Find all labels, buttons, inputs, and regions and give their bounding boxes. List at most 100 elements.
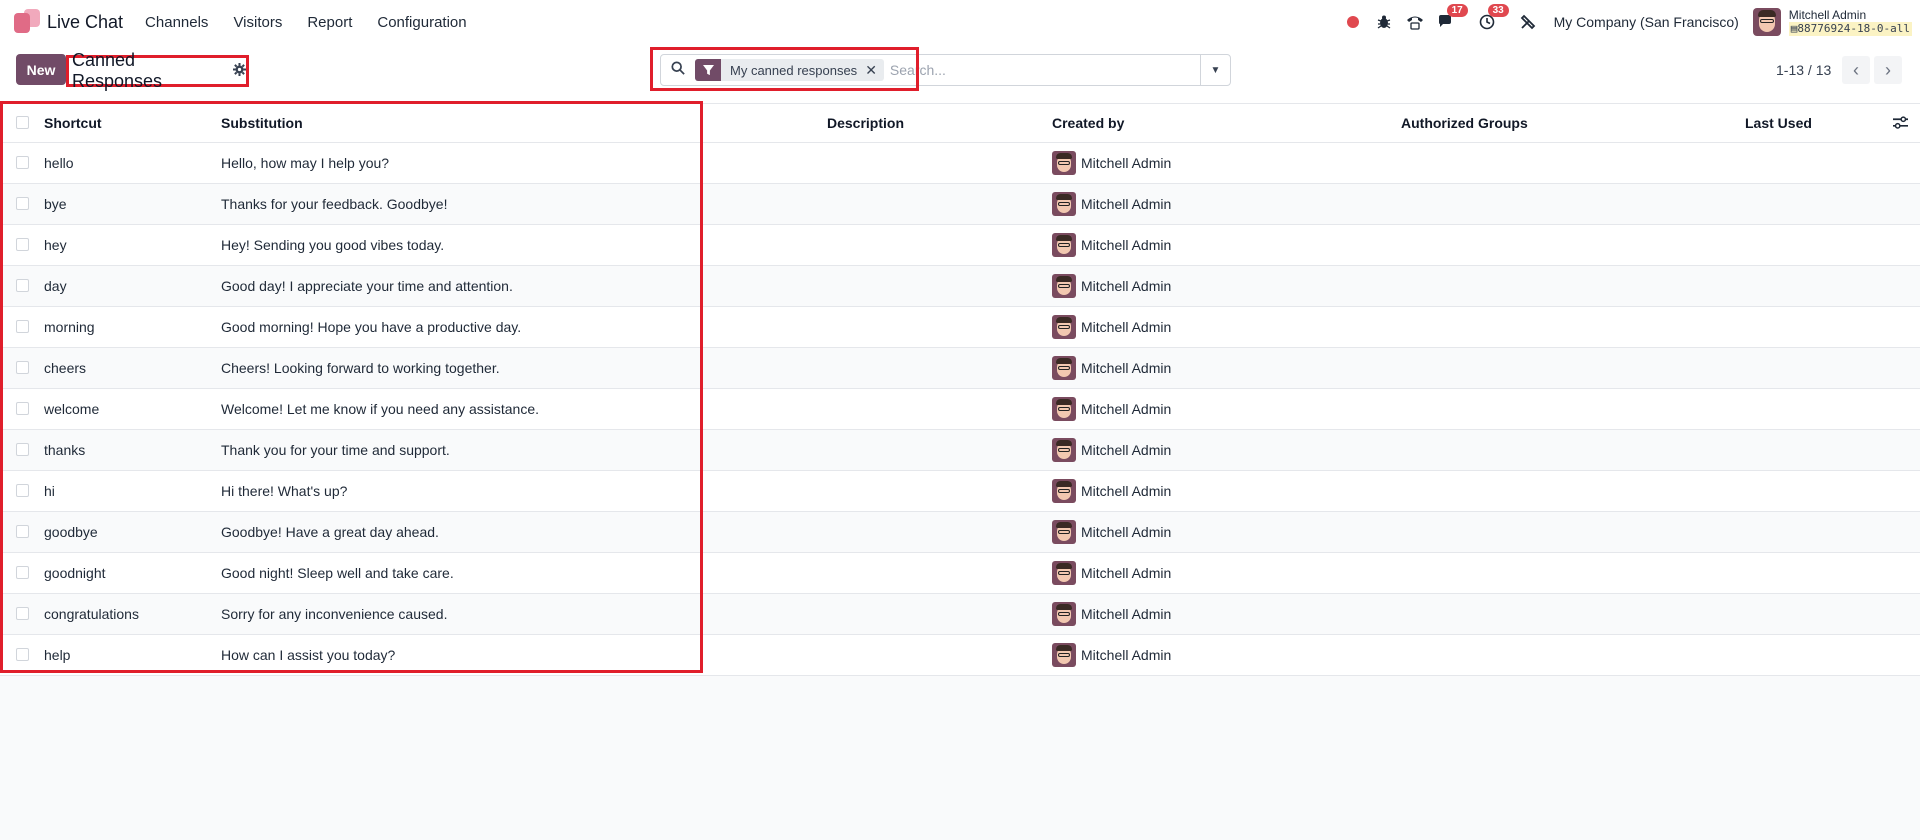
shortcut-cell: day bbox=[44, 278, 67, 294]
user-menu[interactable]: Mitchell Admin ▤88776924-18-0-all bbox=[1788, 8, 1912, 36]
avatar bbox=[1052, 356, 1076, 380]
table-row[interactable]: morning Good morning! Hope you have a pr… bbox=[0, 307, 1920, 348]
menu-channels[interactable]: Channels bbox=[145, 14, 208, 31]
record-dot-icon[interactable] bbox=[1342, 11, 1364, 33]
menu-configuration[interactable]: Configuration bbox=[377, 14, 466, 31]
row-checkbox[interactable] bbox=[16, 238, 29, 251]
avatar bbox=[1052, 274, 1076, 298]
created-by-cell: Mitchell Admin bbox=[1052, 594, 1171, 634]
substitution-cell: Welcome! Let me know if you need any ass… bbox=[221, 401, 540, 417]
substitution-cell: Good day! I appreciate your time and att… bbox=[221, 278, 513, 294]
table-row[interactable]: bye Thanks for your feedback. Goodbye! M… bbox=[0, 184, 1920, 225]
column-description[interactable]: Description bbox=[827, 104, 904, 142]
substitution-cell: Sorry for any inconvenience caused. bbox=[221, 606, 448, 622]
created-by-cell: Mitchell Admin bbox=[1052, 307, 1171, 347]
page-title: Canned Responses bbox=[72, 50, 163, 91]
column-substitution[interactable]: Substitution bbox=[221, 104, 303, 142]
row-checkbox[interactable] bbox=[16, 566, 29, 579]
search-icon[interactable] bbox=[661, 61, 695, 79]
shortcut-cell: help bbox=[44, 647, 71, 663]
avatar bbox=[1052, 561, 1076, 585]
table-row[interactable]: hi Hi there! What's up? Mitchell Admin bbox=[0, 471, 1920, 512]
created-by-name: Mitchell Admin bbox=[1081, 565, 1172, 581]
shortcut-cell: hey bbox=[44, 237, 67, 253]
table-row[interactable]: cheers Cheers! Looking forward to workin… bbox=[0, 348, 1920, 389]
shortcut-cell: thanks bbox=[44, 442, 86, 458]
created-by-cell: Mitchell Admin bbox=[1052, 266, 1171, 306]
chevron-down-icon[interactable]: ▼ bbox=[1200, 55, 1230, 85]
row-checkbox[interactable] bbox=[16, 320, 29, 333]
control-panel: New Canned Responses My canned responses… bbox=[0, 44, 1920, 104]
tools-icon[interactable] bbox=[1517, 11, 1539, 33]
avatar bbox=[1052, 479, 1076, 503]
table-row[interactable]: day Good day! I appreciate your time and… bbox=[0, 266, 1920, 307]
facet-label: My canned responses bbox=[730, 62, 858, 78]
bug-icon[interactable] bbox=[1373, 11, 1395, 33]
row-checkbox[interactable] bbox=[16, 279, 29, 292]
user-name: Mitchell Admin bbox=[1788, 8, 1867, 22]
row-checkbox[interactable] bbox=[16, 197, 29, 210]
phone-icon[interactable] bbox=[1404, 11, 1426, 33]
column-shortcut[interactable]: Shortcut bbox=[44, 104, 102, 142]
company-switcher[interactable]: My Company (San Francisco) bbox=[1554, 14, 1739, 30]
table-row[interactable]: help How can I assist you today? Mitchel… bbox=[0, 635, 1920, 676]
row-checkbox[interactable] bbox=[16, 484, 29, 497]
substitution-cell: Goodbye! Have a great day ahead. bbox=[221, 524, 439, 540]
user-avatar[interactable] bbox=[1752, 8, 1781, 36]
created-by-name: Mitchell Admin bbox=[1081, 647, 1172, 663]
row-checkbox[interactable] bbox=[16, 443, 29, 456]
pager-value[interactable]: 1-13 / 13 bbox=[1776, 62, 1831, 78]
gear-icon[interactable] bbox=[233, 62, 246, 80]
created-by-cell: Mitchell Admin bbox=[1052, 225, 1171, 265]
table-row[interactable]: goodbye Goodbye! Have a great day ahead.… bbox=[0, 512, 1920, 553]
created-by-cell: Mitchell Admin bbox=[1052, 471, 1171, 511]
close-icon[interactable]: ✕ bbox=[865, 62, 884, 79]
previous-page-icon[interactable]: ‹ bbox=[1842, 56, 1870, 84]
shortcut-cell: congratulations bbox=[44, 606, 139, 622]
column-last-used[interactable]: Last Used bbox=[1745, 104, 1812, 142]
filter-facet[interactable]: My canned responses ✕ bbox=[695, 59, 884, 81]
shortcut-cell: goodbye bbox=[44, 524, 98, 540]
substitution-cell: Thanks for your feedback. Goodbye! bbox=[221, 196, 448, 212]
table-row[interactable]: welcome Welcome! Let me know if you need… bbox=[0, 389, 1920, 430]
shortcut-cell: goodnight bbox=[44, 565, 106, 581]
substitution-cell: Cheers! Looking forward to working toget… bbox=[221, 360, 500, 376]
database-name: ▤88776924-18-0-all bbox=[1788, 22, 1912, 36]
next-page-icon[interactable]: › bbox=[1874, 56, 1902, 84]
database-label: 88776924-18-0-all bbox=[1797, 22, 1910, 35]
search-input[interactable] bbox=[889, 62, 1220, 78]
column-created-by[interactable]: Created by bbox=[1052, 104, 1124, 142]
substitution-cell: Good morning! Hope you have a productive… bbox=[221, 319, 522, 335]
created-by-name: Mitchell Admin bbox=[1081, 196, 1172, 212]
avatar bbox=[1052, 520, 1076, 544]
created-by-cell: Mitchell Admin bbox=[1052, 430, 1171, 470]
created-by-name: Mitchell Admin bbox=[1081, 237, 1172, 253]
row-checkbox[interactable] bbox=[16, 156, 29, 169]
menu-visitors[interactable]: Visitors bbox=[233, 14, 282, 31]
clock-icon[interactable]: 33 bbox=[1476, 4, 1509, 33]
app-name[interactable]: Live Chat bbox=[47, 12, 123, 33]
sliders-icon[interactable] bbox=[1893, 104, 1908, 142]
table-row[interactable]: congratulations Sorry for any inconvenie… bbox=[0, 594, 1920, 635]
select-all-checkbox[interactable] bbox=[16, 116, 29, 129]
new-button[interactable]: New bbox=[16, 54, 66, 85]
table-row[interactable]: thanks Thank you for your time and suppo… bbox=[0, 430, 1920, 471]
column-authorized-groups[interactable]: Authorized Groups bbox=[1401, 104, 1528, 142]
table-row[interactable]: hey Hey! Sending you good vibes today. M… bbox=[0, 225, 1920, 266]
created-by-name: Mitchell Admin bbox=[1081, 155, 1172, 171]
row-checkbox[interactable] bbox=[16, 607, 29, 620]
row-checkbox[interactable] bbox=[16, 525, 29, 538]
row-checkbox[interactable] bbox=[16, 648, 29, 661]
chat-icon[interactable]: 17 bbox=[1435, 4, 1468, 33]
menu-report[interactable]: Report bbox=[307, 14, 352, 31]
avatar bbox=[1052, 438, 1076, 462]
avatar bbox=[1052, 397, 1076, 421]
table-row[interactable]: hello Hello, how may I help you? Mitchel… bbox=[0, 143, 1920, 184]
messages-badge: 17 bbox=[1446, 4, 1468, 17]
row-checkbox[interactable] bbox=[16, 361, 29, 374]
live-chat-logo-icon[interactable] bbox=[14, 9, 40, 35]
row-checkbox[interactable] bbox=[16, 402, 29, 415]
table-row[interactable]: goodnight Good night! Sleep well and tak… bbox=[0, 553, 1920, 594]
shortcut-cell: bye bbox=[44, 196, 67, 212]
substitution-cell: Good night! Sleep well and take care. bbox=[221, 565, 454, 581]
